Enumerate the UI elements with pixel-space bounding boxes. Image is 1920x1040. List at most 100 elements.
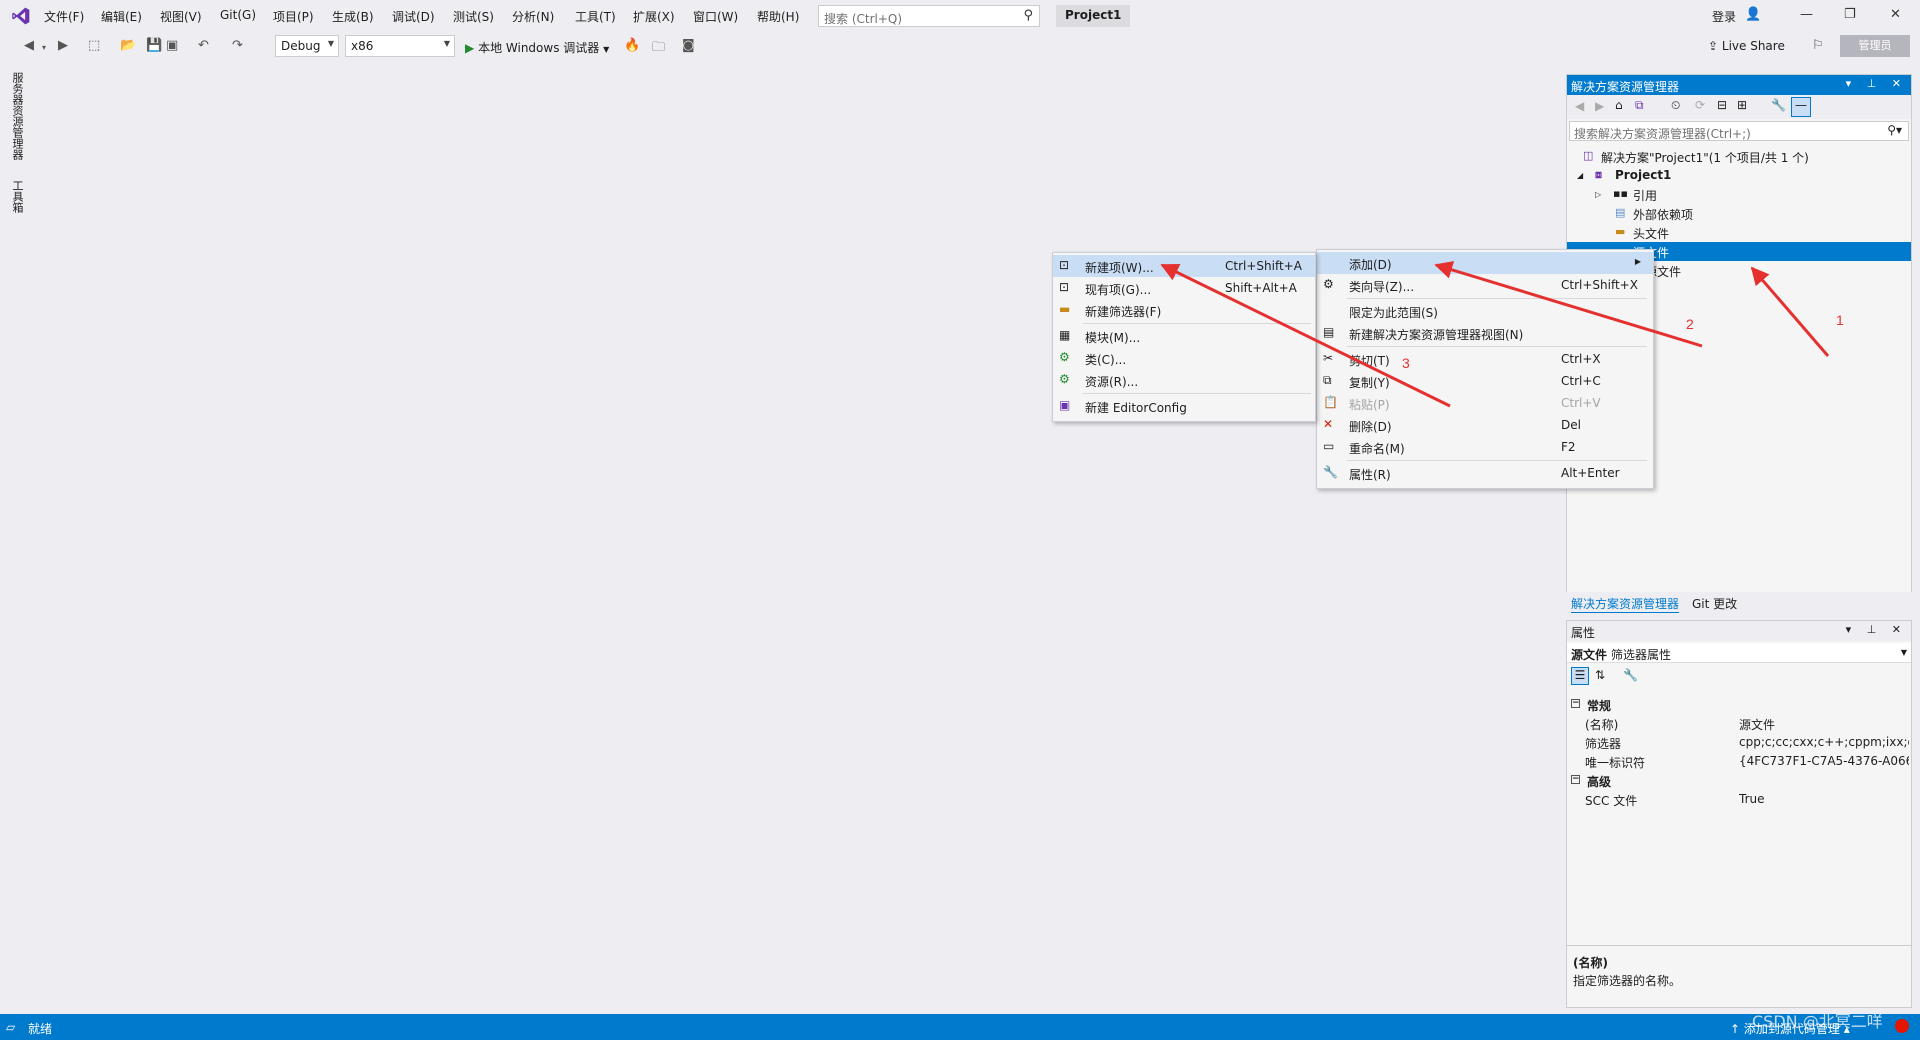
start-debugging-button[interactable]: ▶ 本地 Windows 调试器 ▼ — [465, 39, 609, 56]
browse-icon[interactable]: 🗀 — [652, 38, 665, 60]
server-explorer-tab[interactable]: 服务器资源管理器 — [9, 72, 24, 160]
search-input[interactable]: 搜索 (Ctrl+Q) ⚲ — [818, 5, 1040, 27]
tree-item-references[interactable]: ▷ ▪▪ 引用 — [1567, 185, 1911, 204]
menu-file[interactable]: 文件(F) — [44, 8, 84, 25]
switch-views-icon[interactable]: ⧉ — [1635, 98, 1644, 113]
submenu-item-resource[interactable]: ⚙ 资源(R)... — [1053, 369, 1315, 391]
menu-build[interactable]: 生成(B) — [332, 8, 374, 25]
menu-item-label: 新建筛选器(F) — [1085, 305, 1162, 319]
forward-icon[interactable]: ▶ — [58, 38, 68, 53]
tree-item-project[interactable]: ◢ ⧈ Project1 — [1567, 166, 1911, 185]
hot-reload-icon[interactable]: 🔥 — [624, 38, 640, 53]
menu-item-new-se-view[interactable]: ▤ 新建解决方案资源管理器视图(N) — [1317, 322, 1653, 344]
tree-item-external-deps[interactable]: ▤ 外部依赖项 — [1567, 204, 1911, 223]
menu-item-shortcut: Ctrl+V — [1561, 396, 1601, 410]
menu-item-shortcut: Del — [1561, 418, 1581, 432]
new-project-icon[interactable]: ⬚ — [88, 38, 100, 53]
feedback-icon[interactable]: ⚐ — [1812, 38, 1824, 53]
platform-select[interactable]: x86 ▼ — [345, 35, 455, 57]
menu-item-class-wizard[interactable]: ⚙ 类向导(Z)... Ctrl+Shift+X — [1317, 274, 1653, 296]
property-value: 源文件 — [1739, 718, 1776, 732]
account-icon[interactable]: 👤 — [1745, 7, 1761, 22]
back-icon[interactable]: ◀ — [24, 38, 34, 53]
properties-panel: 属性 ▾ ⊥ ✕ 源文件 筛选器属性 ▼ ☰ ⇅ 🔧 − 常规 (名称) 源文件… — [1566, 620, 1912, 1008]
menu-separator — [1347, 346, 1647, 347]
pending-changes-filter-icon[interactable]: ⏲ — [1671, 98, 1680, 113]
menu-item-paste[interactable]: 📋 粘贴(P) Ctrl+V — [1317, 392, 1653, 414]
menu-analyze[interactable]: 分析(N) — [512, 8, 554, 25]
live-share-button[interactable]: ⇪ Live Share — [1708, 39, 1785, 53]
live-share-label: Live Share — [1721, 39, 1785, 53]
close-window-icon[interactable]: ✕ — [1890, 7, 1901, 22]
menu-item-delete[interactable]: ✕ 删除(D) Del — [1317, 414, 1653, 436]
property-row-guid[interactable]: 唯一标识符 {4FC737F1-C7A5-4376-A066-2 — [1567, 752, 1911, 771]
property-pages-icon[interactable]: 🔧 — [1623, 668, 1638, 682]
menu-item-rename[interactable]: ▭ 重命名(M) F2 — [1317, 436, 1653, 458]
properties-object-select[interactable]: 源文件 筛选器属性 ▼ — [1567, 643, 1911, 663]
menu-git[interactable]: Git(G) — [220, 8, 256, 22]
collapse-all-icon[interactable]: ⊟ — [1717, 98, 1727, 112]
menu-window[interactable]: 窗口(W) — [693, 8, 738, 25]
minimize-icon[interactable]: — — [1800, 7, 1813, 22]
visual-studio-logo-icon — [12, 7, 30, 25]
annotation-number: 1 — [1836, 312, 1844, 328]
restore-icon[interactable]: ❐ — [1844, 7, 1856, 22]
tree-item-header-files[interactable]: ▬ 头文件 — [1567, 223, 1911, 242]
property-row-name[interactable]: (名称) 源文件 — [1567, 714, 1911, 733]
submenu-item-existing-item[interactable]: ⊡ 现有项(G)... Shift+Alt+A — [1053, 277, 1315, 299]
home-icon[interactable]: ⌂ — [1615, 98, 1623, 112]
menu-test[interactable]: 测试(S) — [453, 8, 494, 25]
show-all-files-icon[interactable]: ⊞ — [1737, 98, 1747, 112]
menu-item-properties[interactable]: 🔧 属性(R) Alt+Enter — [1317, 462, 1653, 484]
property-category-advanced[interactable]: − 高级 — [1567, 771, 1911, 790]
status-ready-icon: ▱ — [6, 1020, 16, 1034]
menu-edit[interactable]: 编辑(E) — [101, 8, 142, 25]
toolbox-tab[interactable]: 工具箱 — [9, 180, 24, 213]
property-row-scc[interactable]: SCC 文件 True — [1567, 790, 1911, 809]
menu-extensions[interactable]: 扩展(X) — [633, 8, 675, 25]
submenu-item-new-item[interactable]: ⊡ 新建项(W)... Ctrl+Shift+A — [1053, 255, 1315, 277]
menu-tools[interactable]: 工具(T) — [575, 8, 616, 25]
panel-window-controls[interactable]: ▾ ⊥ ✕ — [1846, 623, 1907, 636]
tab-git-changes[interactable]: Git 更改 — [1692, 595, 1737, 612]
refresh-icon[interactable]: ⟳ — [1695, 98, 1705, 112]
redo-icon[interactable]: ↷ — [232, 38, 243, 53]
menu-item-label: 新建项(W)... — [1085, 261, 1154, 275]
menu-item-copy[interactable]: ⧉ 复制(Y) Ctrl+C — [1317, 370, 1653, 392]
properties-wrench-icon[interactable]: 🔧 — [1771, 98, 1786, 112]
forward-icon[interactable]: ▶ — [1595, 99, 1604, 113]
submenu-item-editorconfig[interactable]: ▣ 新建 EditorConfig — [1053, 395, 1315, 417]
screenshot-icon[interactable]: ◙ — [682, 38, 695, 53]
notification-badge[interactable] — [1895, 1019, 1909, 1033]
property-row-filter[interactable]: 筛选器 cpp;c;cc;cxx;c++;cppm;ixx;def; — [1567, 733, 1911, 752]
menu-item-scope-to-this[interactable]: 限定为此范围(S) — [1317, 300, 1653, 322]
submenu-item-class[interactable]: ⚙ 类(C)... — [1053, 347, 1315, 369]
submenu-item-new-filter[interactable]: ▬ 新建筛选器(F) — [1053, 299, 1315, 321]
preview-selected-icon[interactable]: — — [1791, 97, 1811, 117]
submenu-item-module[interactable]: ▦ 模块(M)... — [1053, 325, 1315, 347]
menu-view[interactable]: 视图(V) — [160, 8, 202, 25]
open-folder-icon[interactable]: 📂 — [120, 38, 136, 53]
chevron-down-icon: ▼ — [603, 45, 610, 54]
menu-item-add[interactable]: 添加(D) ▶ — [1317, 252, 1653, 274]
alphabetical-icon[interactable]: ⇅ — [1595, 668, 1605, 682]
menu-help[interactable]: 帮助(H) — [757, 8, 799, 25]
solution-explorer-search-input[interactable]: 搜索解决方案资源管理器(Ctrl+;) ⚲▾ — [1569, 121, 1909, 141]
save-all-icon[interactable]: ▣ — [166, 38, 178, 53]
menu-debug[interactable]: 调试(D) — [392, 8, 435, 25]
tree-item-solution[interactable]: ◫ 解决方案"Project1"(1 个项目/共 1 个) — [1567, 147, 1911, 166]
menu-separator — [1347, 460, 1647, 461]
property-category-general[interactable]: − 常规 — [1567, 695, 1911, 714]
undo-icon[interactable]: ↶ — [198, 38, 209, 53]
back-dropdown-icon[interactable]: ▾ — [42, 43, 46, 52]
login-link[interactable]: 登录 — [1712, 8, 1736, 25]
menu-item-cut[interactable]: ✂ 剪切(T) Ctrl+X — [1317, 348, 1653, 370]
back-icon[interactable]: ◀ — [1575, 99, 1584, 113]
panel-window-controls[interactable]: ▾ ⊥ ✕ — [1846, 77, 1907, 90]
menu-project[interactable]: 项目(P) — [273, 8, 314, 25]
context-menu: 添加(D) ▶ ⚙ 类向导(Z)... Ctrl+Shift+X 限定为此范围(… — [1316, 249, 1654, 489]
save-icon[interactable]: 💾 — [146, 38, 162, 53]
solution-config-select[interactable]: Debug ▼ — [275, 35, 339, 57]
categorized-icon[interactable]: ☰ — [1571, 667, 1589, 685]
tab-solution-explorer[interactable]: 解决方案资源管理器 — [1571, 595, 1680, 613]
